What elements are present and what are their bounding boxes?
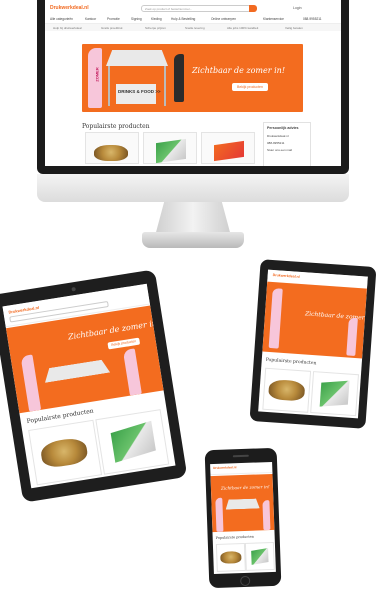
product-card[interactable] [95,409,170,475]
usp-item: Scherpe prijzen [145,26,166,30]
section-title: Populairste producten [82,123,150,130]
tent-roof-graphic [43,359,110,383]
beach-flag-graphic [20,354,42,412]
hero-title: Zichtbaar de zomer in! [67,318,161,342]
beach-flag-graphic [122,348,142,396]
product-card[interactable] [244,541,275,571]
tablet-screen: Drukwerkdeal.nl Zichtbaar de zomer in! P… [258,269,368,419]
beach-flag-graphic: ZOMER [88,48,102,108]
face-mask-image [220,551,242,564]
face-mask-image [39,436,89,470]
login-link[interactable]: Login [293,6,302,10]
usp-item: Veilig betalen [285,26,303,30]
desktop-hero-banner[interactable]: ZOMER DRINKS & FOOD >> Zichtbaar de zome… [82,44,303,112]
desktop-header: Drukwerkdeal.nl Zoek op product of beste… [45,2,341,14]
beach-flag-graphic [346,317,358,356]
tent-pole [108,66,110,106]
usp-item: Alle jobs 100% kwaliteit [227,26,259,30]
section-title: Populairste producten [215,534,254,540]
desktop-search-input[interactable]: Zoek op product of bestelnummer... [141,5,251,12]
advice-line: Drukwerkdeal.nl [267,134,289,138]
nav-item[interactable]: Hulp & Bestelling [171,17,195,21]
nav-item[interactable]: Online ontwerpen [211,17,236,21]
beach-flag-graphic [215,497,224,532]
usp-item: Snelle levering [185,26,205,30]
desktop-nav: Alle categorieën Kantoor Promotie Signin… [45,15,341,24]
product-card[interactable] [201,132,255,164]
nav-item[interactable]: Kleding [151,17,162,21]
product-card[interactable] [262,367,312,413]
personal-advice-panel: Persoonlijk advies Drukwerkdeal.nl 088-9… [263,122,311,166]
smartphone: Drukwerkdeal.nl Zichtbaar de zomer in! P… [204,447,282,589]
tablet-logo[interactable]: Drukwerkdeal.nl [273,273,300,279]
desktop-monitor: Drukwerkdeal.nl Zoek op product of beste… [37,0,349,252]
face-mask-image [94,145,128,161]
tent-roof-graphic [225,498,259,509]
product-card[interactable] [28,419,103,486]
product-card[interactable] [310,371,359,417]
advice-phone[interactable]: 088-9955211 [267,141,284,145]
hero-cta-button[interactable]: Bekijk producten [232,83,268,91]
desktop-logo[interactable]: Drukwerkdeal.nl [50,5,89,11]
face-mask-image [268,379,306,402]
hero-cta-button[interactable]: Bekijk producten [107,337,141,350]
beach-flag-graphic [174,54,184,102]
product-card[interactable] [85,132,139,164]
search-icon[interactable] [249,5,257,12]
beach-flag-graphic [262,500,271,531]
brochure-image [319,380,350,407]
tent-pole [164,66,166,106]
advice-title: Persoonlijk advies [267,126,299,130]
phone-number: 088-9955211 [303,17,322,21]
brochure-image [251,547,269,565]
monitor-stand-foot [142,232,244,248]
tent-roof-graphic [106,50,168,66]
nav-item[interactable]: Kantoor [85,17,96,21]
usp-item: Gratis proefdruk [101,26,123,30]
beach-flag-graphic [268,288,283,349]
monitor-chin [37,174,349,202]
nav-item[interactable]: Promotie [107,17,120,21]
product-card[interactable] [215,542,246,572]
usp-item: Hulp bij drukwerkdeal [53,26,82,30]
drinks-food-banner: DRINKS & FOOD >> [116,84,161,104]
phone-screen: Drukwerkdeal.nl Zichtbaar de zomer in! P… [210,461,276,575]
advice-mail[interactable]: Stuur ons een mail [267,148,292,152]
tablet-landscape: Drukwerkdeal.nl Zichtbaar de zomer in! B… [0,269,188,503]
tablet-hero-banner[interactable]: Zichtbaar de zomer in! [262,281,367,359]
tablet-portrait: Drukwerkdeal.nl Zichtbaar de zomer in! P… [249,259,377,429]
monitor-stand-neck [155,202,231,236]
flyer-image [214,140,244,162]
phone-hero-banner[interactable]: Zichtbaar de zomer in! [210,473,275,533]
hero-title: Zichtbaar de zomer in! [220,484,270,491]
hero-title: Zichtbaar de zomer in! [192,66,286,75]
brochure-image [110,420,156,463]
nav-item[interactable]: Signing [131,17,142,21]
account-link[interactable]: Klantenservice [263,17,284,21]
desktop-screen: Drukwerkdeal.nl Zoek op product of beste… [45,0,341,166]
nav-item[interactable]: Alle categorieën [50,17,73,21]
brochure-image [156,138,186,164]
tablet-screen: Drukwerkdeal.nl Zichtbaar de zomer in! B… [2,283,176,489]
phone-header: Drukwerkdeal.nl [210,461,273,476]
phone-logo[interactable]: Drukwerkdeal.nl [213,465,236,470]
product-card[interactable] [143,132,197,164]
usp-bar: Hulp bij drukwerkdeal Gratis proefdruk S… [45,24,341,31]
section-title: Populairste producten [265,357,317,367]
